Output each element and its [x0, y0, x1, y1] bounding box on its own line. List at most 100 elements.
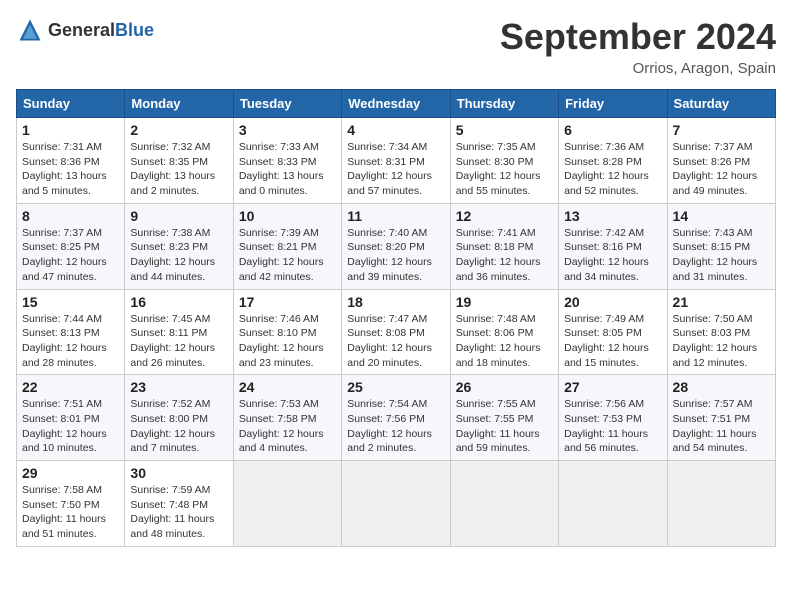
day-number: 5: [456, 122, 553, 138]
col-tuesday: Tuesday: [233, 90, 341, 118]
day-info: Sunrise: 7:37 AMSunset: 8:25 PMDaylight:…: [22, 226, 119, 285]
day-number: 20: [564, 294, 661, 310]
table-row: 16 Sunrise: 7:45 AMSunset: 8:11 PMDayligh…: [125, 289, 233, 375]
day-number: 13: [564, 208, 661, 224]
table-row: 12 Sunrise: 7:41 AMSunset: 8:18 PMDayligh…: [450, 203, 558, 289]
table-row: 19 Sunrise: 7:48 AMSunset: 8:06 PMDayligh…: [450, 289, 558, 375]
location: Orrios, Aragon, Spain: [500, 60, 776, 77]
day-number: 24: [239, 379, 336, 395]
table-row: 14 Sunrise: 7:43 AMSunset: 8:15 PMDayligh…: [667, 203, 775, 289]
table-row: [233, 461, 341, 547]
page-header: GeneralBlue September 2024 Orrios, Arago…: [16, 16, 776, 77]
day-info: Sunrise: 7:46 AMSunset: 8:10 PMDaylight:…: [239, 312, 336, 371]
col-saturday: Saturday: [667, 90, 775, 118]
col-thursday: Thursday: [450, 90, 558, 118]
title-block: September 2024 Orrios, Aragon, Spain: [500, 16, 776, 77]
col-sunday: Sunday: [17, 90, 125, 118]
calendar-week-row: 15 Sunrise: 7:44 AMSunset: 8:13 PMDayligh…: [17, 289, 776, 375]
day-info: Sunrise: 7:45 AMSunset: 8:11 PMDaylight:…: [130, 312, 227, 371]
day-info: Sunrise: 7:58 AMSunset: 7:50 PMDaylight:…: [22, 483, 119, 542]
table-row: [342, 461, 450, 547]
table-row: 27Sunrise: 7:56 AMSunset: 7:53 PMDayligh…: [559, 375, 667, 461]
day-number: 2: [130, 122, 227, 138]
day-info: Sunrise: 7:31 AMSunset: 8:36 PMDaylight:…: [22, 140, 119, 199]
day-info: Sunrise: 7:42 AMSunset: 8:16 PMDaylight:…: [564, 226, 661, 285]
day-info: Sunrise: 7:43 AMSunset: 8:15 PMDaylight:…: [673, 226, 770, 285]
table-row: [450, 461, 558, 547]
day-number: 14: [673, 208, 770, 224]
table-row: 17 Sunrise: 7:46 AMSunset: 8:10 PMDayligh…: [233, 289, 341, 375]
day-info: Sunrise: 7:33 AMSunset: 8:33 PMDaylight:…: [239, 140, 336, 199]
table-row: 10 Sunrise: 7:39 AMSunset: 8:21 PMDayligh…: [233, 203, 341, 289]
month-title: September 2024: [500, 16, 776, 58]
calendar-week-row: 8Sunrise: 7:37 AMSunset: 8:25 PMDaylight…: [17, 203, 776, 289]
day-number: 15: [22, 294, 119, 310]
day-info: Sunrise: 7:34 AMSunset: 8:31 PMDaylight:…: [347, 140, 444, 199]
day-info: Sunrise: 7:52 AMSunset: 8:00 PMDaylight:…: [130, 397, 227, 456]
table-row: 18 Sunrise: 7:47 AMSunset: 8:08 PMDayligh…: [342, 289, 450, 375]
col-monday: Monday: [125, 90, 233, 118]
day-number: 9: [130, 208, 227, 224]
day-info: Sunrise: 7:44 AMSunset: 8:13 PMDaylight:…: [22, 312, 119, 371]
table-row: 4Sunrise: 7:34 AMSunset: 8:31 PMDaylight…: [342, 118, 450, 204]
day-info: Sunrise: 7:40 AMSunset: 8:20 PMDaylight:…: [347, 226, 444, 285]
table-row: 28 Sunrise: 7:57 AMSunset: 7:51 PMDayligh…: [667, 375, 775, 461]
logo: GeneralBlue: [16, 16, 154, 44]
table-row: 9 Sunrise: 7:38 AMSunset: 8:23 PMDaylight…: [125, 203, 233, 289]
table-row: [559, 461, 667, 547]
day-number: 10: [239, 208, 336, 224]
day-info: Sunrise: 7:50 AMSunset: 8:03 PMDaylight:…: [673, 312, 770, 371]
day-number: 1: [22, 122, 119, 138]
day-info: Sunrise: 7:57 AMSunset: 7:51 PMDaylight:…: [673, 397, 770, 456]
calendar-table: Sunday Monday Tuesday Wednesday Thursday…: [16, 89, 776, 547]
day-info: Sunrise: 7:37 AMSunset: 8:26 PMDaylight:…: [673, 140, 770, 199]
day-number: 23: [130, 379, 227, 395]
calendar-header-row: Sunday Monday Tuesday Wednesday Thursday…: [17, 90, 776, 118]
calendar-week-row: 1 Sunrise: 7:31 AMSunset: 8:36 PMDaylight…: [17, 118, 776, 204]
day-number: 21: [673, 294, 770, 310]
table-row: 21 Sunrise: 7:50 AMSunset: 8:03 PMDayligh…: [667, 289, 775, 375]
day-number: 11: [347, 208, 444, 224]
table-row: 25Sunrise: 7:54 AMSunset: 7:56 PMDayligh…: [342, 375, 450, 461]
day-number: 7: [673, 122, 770, 138]
logo-icon: [16, 16, 44, 44]
table-row: 8Sunrise: 7:37 AMSunset: 8:25 PMDaylight…: [17, 203, 125, 289]
day-info: Sunrise: 7:56 AMSunset: 7:53 PMDaylight:…: [564, 397, 661, 456]
calendar-week-row: 22 Sunrise: 7:51 AMSunset: 8:01 PMDayligh…: [17, 375, 776, 461]
table-row: 26 Sunrise: 7:55 AMSunset: 7:55 PMDayligh…: [450, 375, 558, 461]
day-info: Sunrise: 7:53 AMSunset: 7:58 PMDaylight:…: [239, 397, 336, 456]
day-number: 3: [239, 122, 336, 138]
day-number: 16: [130, 294, 227, 310]
day-number: 12: [456, 208, 553, 224]
table-row: 23 Sunrise: 7:52 AMSunset: 8:00 PMDayligh…: [125, 375, 233, 461]
day-number: 26: [456, 379, 553, 395]
day-info: Sunrise: 7:32 AMSunset: 8:35 PMDaylight:…: [130, 140, 227, 199]
calendar-week-row: 29Sunrise: 7:58 AMSunset: 7:50 PMDayligh…: [17, 461, 776, 547]
table-row: 1 Sunrise: 7:31 AMSunset: 8:36 PMDaylight…: [17, 118, 125, 204]
day-info: Sunrise: 7:36 AMSunset: 8:28 PMDaylight:…: [564, 140, 661, 199]
col-friday: Friday: [559, 90, 667, 118]
table-row: 29Sunrise: 7:58 AMSunset: 7:50 PMDayligh…: [17, 461, 125, 547]
day-info: Sunrise: 7:39 AMSunset: 8:21 PMDaylight:…: [239, 226, 336, 285]
day-info: Sunrise: 7:55 AMSunset: 7:55 PMDaylight:…: [456, 397, 553, 456]
table-row: 30 Sunrise: 7:59 AMSunset: 7:48 PMDayligh…: [125, 461, 233, 547]
day-info: Sunrise: 7:35 AMSunset: 8:30 PMDaylight:…: [456, 140, 553, 199]
table-row: 3 Sunrise: 7:33 AMSunset: 8:33 PMDaylight…: [233, 118, 341, 204]
day-number: 28: [673, 379, 770, 395]
day-info: Sunrise: 7:51 AMSunset: 8:01 PMDaylight:…: [22, 397, 119, 456]
table-row: [667, 461, 775, 547]
day-number: 25: [347, 379, 444, 395]
day-number: 22: [22, 379, 119, 395]
table-row: 13 Sunrise: 7:42 AMSunset: 8:16 PMDayligh…: [559, 203, 667, 289]
day-info: Sunrise: 7:49 AMSunset: 8:05 PMDaylight:…: [564, 312, 661, 371]
col-wednesday: Wednesday: [342, 90, 450, 118]
day-number: 17: [239, 294, 336, 310]
day-number: 30: [130, 465, 227, 481]
day-info: Sunrise: 7:38 AMSunset: 8:23 PMDaylight:…: [130, 226, 227, 285]
day-info: Sunrise: 7:41 AMSunset: 8:18 PMDaylight:…: [456, 226, 553, 285]
day-info: Sunrise: 7:47 AMSunset: 8:08 PMDaylight:…: [347, 312, 444, 371]
day-number: 18: [347, 294, 444, 310]
day-number: 19: [456, 294, 553, 310]
day-info: Sunrise: 7:48 AMSunset: 8:06 PMDaylight:…: [456, 312, 553, 371]
day-info: Sunrise: 7:59 AMSunset: 7:48 PMDaylight:…: [130, 483, 227, 542]
